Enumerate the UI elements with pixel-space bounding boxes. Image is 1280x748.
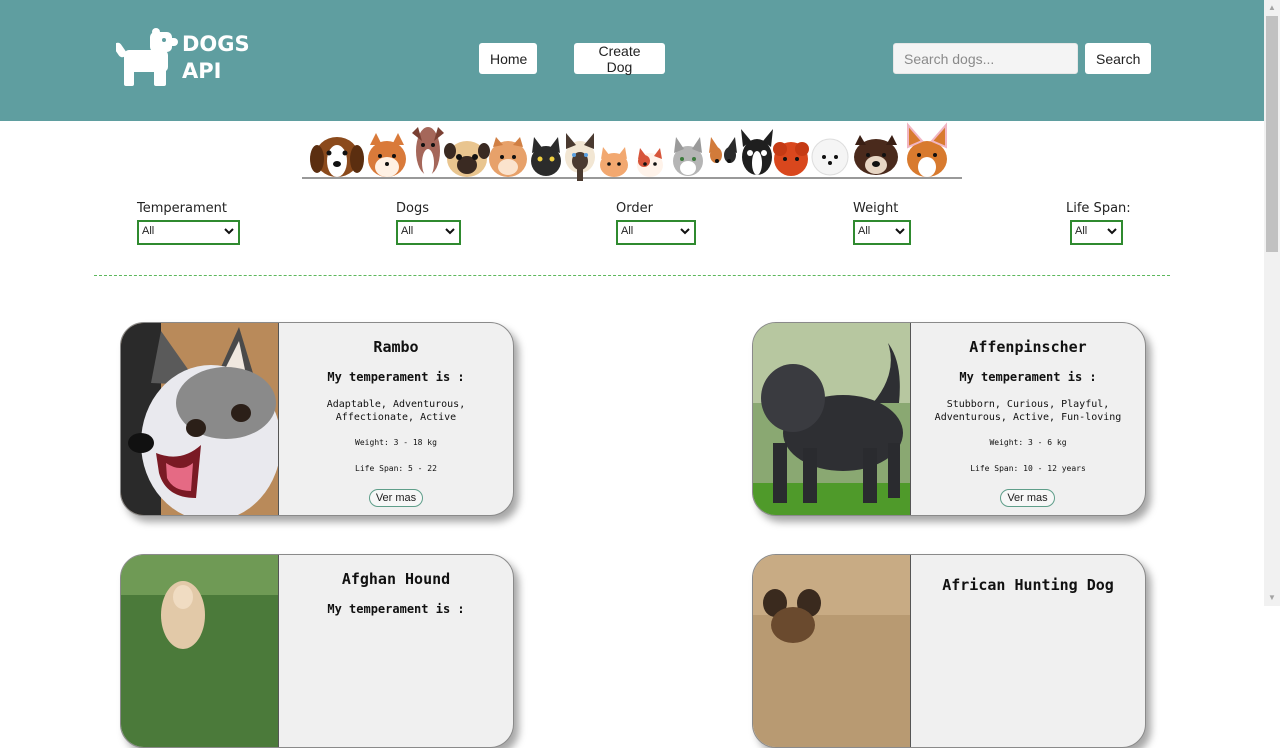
dog-card: Affenpinscher My temperament is : Stubbo… <box>752 322 1146 516</box>
dogs-select[interactable]: All <box>396 220 461 245</box>
search-button[interactable]: Search <box>1085 43 1151 74</box>
filter-temperament: Temperament All <box>137 201 240 245</box>
chevron-down-icon <box>895 228 905 235</box>
temperament-title: My temperament is : <box>327 370 465 384</box>
dog-card: Rambo My temperament is : Adaptable, Adv… <box>120 322 514 516</box>
life-span-select[interactable]: All <box>1070 220 1123 245</box>
dog-card: African Hunting Dog <box>752 554 1146 748</box>
logo-line-api: API <box>182 59 222 83</box>
weight-text: Weight: 3 - 18 kg <box>355 438 437 447</box>
dog-photo-afghan-hound <box>121 555 279 747</box>
scrollbar-thumb[interactable] <box>1266 16 1278 252</box>
logo-text: DOGS API <box>182 31 250 85</box>
filter-temperament-label: Temperament <box>137 201 227 216</box>
dog-name: Afghan Hound <box>341 570 451 588</box>
dog-card-body: Afghan Hound My temperament is : <box>279 555 513 747</box>
logo-line-dogs: DOGS <box>182 32 250 56</box>
scroll-down-arrow-icon[interactable]: ▼ <box>1264 590 1280 606</box>
dog-photo-african-hunting-dog <box>753 555 911 747</box>
filter-weight-label: Weight <box>853 201 899 216</box>
temperament-text: Stubborn, Curious, Playful, Adventurous,… <box>934 399 1122 423</box>
header-bar: DOGS API Home Create Dog Search <box>0 0 1264 121</box>
dog-card-body: Affenpinscher My temperament is : Stubbo… <box>911 323 1145 515</box>
temperament-title: My temperament is : <box>327 602 465 616</box>
dog-card-body: African Hunting Dog <box>911 555 1145 747</box>
filter-life-span: Life Span: All <box>1066 201 1131 245</box>
weight-select[interactable]: All <box>853 220 911 245</box>
filter-dogs: Dogs All <box>396 201 461 245</box>
weight-text: Weight: 3 - 6 kg <box>989 438 1067 447</box>
temperament-select[interactable]: All <box>137 220 240 245</box>
dog-photo-affenpinscher <box>753 323 911 515</box>
filter-order-label: Order <box>616 201 653 216</box>
pets-banner-image <box>302 122 962 181</box>
temperament-text: Adaptable, Adventurous, Affectionate, Ac… <box>326 399 466 423</box>
dog-photo-husky <box>121 323 279 515</box>
ver-mas-button[interactable]: Ver mas <box>369 489 423 507</box>
nav-create-dog-button[interactable]: Create Dog <box>574 43 665 75</box>
order-select-value: All <box>621 225 634 237</box>
life-span-text: Life Span: 5 - 22 <box>355 464 437 473</box>
dog-card: Afghan Hound My temperament is : <box>120 554 514 748</box>
filter-order: Order All <box>616 201 696 245</box>
chevron-down-icon <box>224 228 234 235</box>
dogs-select-value: All <box>401 225 414 237</box>
temperament-select-value: All <box>142 225 155 237</box>
filter-weight: Weight All <box>853 201 911 245</box>
order-select[interactable]: All <box>616 220 696 245</box>
chevron-down-icon <box>1107 228 1117 235</box>
weight-select-value: All <box>858 225 871 237</box>
scroll-up-arrow-icon[interactable]: ▲ <box>1264 0 1280 16</box>
life-span-select-value: All <box>1075 225 1088 237</box>
dog-name: Rambo <box>373 338 419 356</box>
ver-mas-button[interactable]: Ver mas <box>1000 489 1055 507</box>
dog-name: Affenpinscher <box>969 338 1087 356</box>
chevron-down-icon <box>680 228 690 235</box>
filters-divider <box>94 275 1170 276</box>
life-span-text: Life Span: 10 - 12 years <box>970 464 1086 473</box>
dog-name: African Hunting Dog <box>942 576 1114 594</box>
chevron-down-icon <box>445 228 455 235</box>
search-input[interactable] <box>893 43 1078 74</box>
nav-home-button[interactable]: Home <box>479 43 537 74</box>
filter-life-span-label: Life Span: <box>1066 201 1131 216</box>
filter-dogs-label: Dogs <box>396 201 429 216</box>
temperament-title: My temperament is : <box>959 370 1097 384</box>
dog-card-body: Rambo My temperament is : Adaptable, Adv… <box>279 323 513 515</box>
